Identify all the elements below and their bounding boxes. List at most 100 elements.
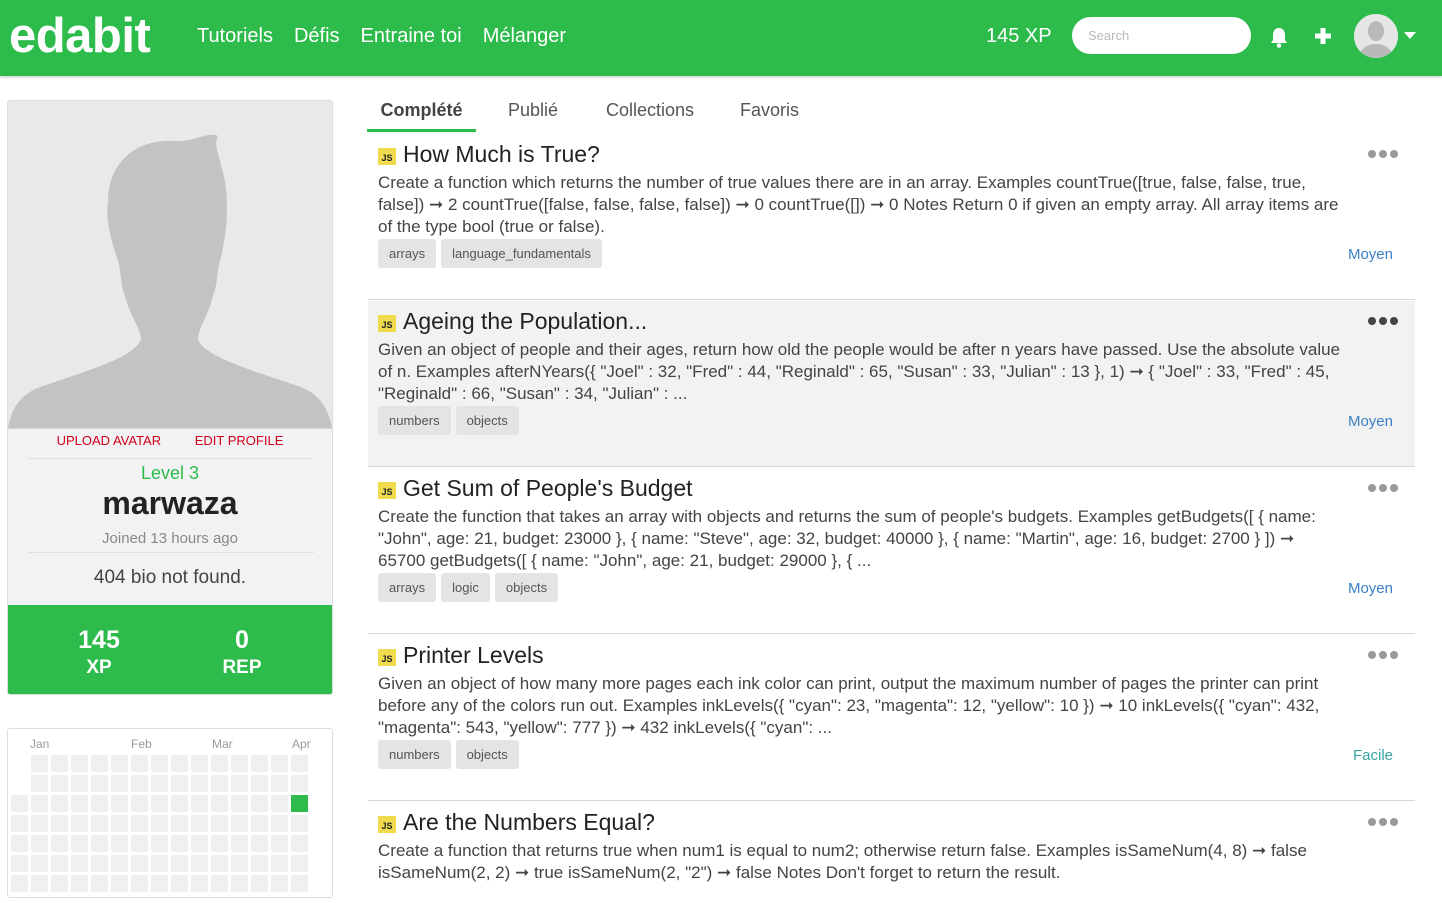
heatmap-cell (291, 855, 308, 872)
chevron-down-icon[interactable] (1404, 32, 1416, 40)
heatmap-cell (271, 875, 288, 892)
heatmap-cell (211, 755, 228, 772)
heatmap-cell (71, 855, 88, 872)
difficulty-label: Moyen (1347, 580, 1393, 597)
challenge-item[interactable]: JS Ageing the Population... Given an obj… (368, 301, 1415, 467)
heatmap-cell (71, 795, 88, 812)
heatmap-cell (131, 835, 148, 852)
heatmap-cell (211, 835, 228, 852)
activity-heatmap: Jan Feb Mar Apr (7, 728, 333, 898)
heatmap-cell (51, 855, 68, 872)
heatmap-cell (71, 755, 88, 772)
tag[interactable]: arrays (378, 573, 437, 602)
challenge-title[interactable]: Get Sum of People's Budget (403, 475, 693, 502)
heatmap-cell (11, 815, 28, 832)
profile-actions: UPLOAD AVATAR EDIT PROFILE (8, 433, 332, 448)
tag[interactable]: language_fundamentals (441, 239, 602, 268)
bell-icon[interactable] (1268, 25, 1290, 49)
nav-tutorials[interactable]: Tutoriels (197, 22, 273, 50)
heatmap-cell (291, 775, 308, 792)
tag[interactable]: objects (455, 740, 519, 769)
tag[interactable]: numbers (378, 740, 451, 769)
challenge-title[interactable]: Ageing the Population... (403, 308, 647, 335)
heatmap-cell (131, 875, 148, 892)
heatmap-cell (71, 775, 88, 792)
heatmap-cell (291, 815, 308, 832)
tag[interactable]: objects (494, 573, 559, 602)
heatmap-cell (111, 815, 128, 832)
avatar-silhouette-icon (1354, 14, 1398, 58)
more-options-icon[interactable] (1367, 650, 1399, 660)
tag[interactable]: objects (455, 406, 519, 435)
heatmap-cell (171, 795, 188, 812)
challenge-title[interactable]: How Much is True? (403, 141, 600, 168)
edabit-logo[interactable]: edabit (9, 6, 151, 66)
nav-shuffle[interactable]: Mélanger (483, 22, 566, 50)
heatmap-cell (151, 795, 168, 812)
top-navbar: edabit Tutoriels Défis Entraine toi Méla… (0, 0, 1442, 76)
heatmap-cell (171, 875, 188, 892)
heatmap-cell (191, 855, 208, 872)
heatmap-cell (91, 775, 108, 792)
heatmap-cell (211, 855, 228, 872)
rep-value: 0 (235, 626, 249, 654)
tab-completed[interactable]: Complété (367, 88, 476, 132)
profile-card: UPLOAD AVATAR EDIT PROFILE Level 3 marwa… (7, 100, 333, 695)
tag[interactable]: arrays (378, 239, 437, 268)
heatmap-cell (11, 855, 28, 872)
heatmap-cell (251, 835, 268, 852)
tab-favorites[interactable]: Favoris (732, 88, 807, 132)
more-options-icon[interactable] (1367, 149, 1399, 159)
search-input[interactable] (1086, 27, 1240, 44)
heatmap-cell (231, 755, 248, 772)
heatmap-cell (231, 815, 248, 832)
heatmap-cell (131, 755, 148, 772)
more-options-icon[interactable] (1367, 483, 1399, 493)
tag-list: numbers objects (378, 406, 519, 435)
challenge-item[interactable]: JS Printer Levels Given an object of how… (368, 635, 1415, 801)
heatmap-cell (91, 755, 108, 772)
difficulty-label: Moyen (1347, 246, 1393, 263)
heatmap-cell (191, 835, 208, 852)
user-level: Level 3 (140, 463, 200, 483)
tab-published[interactable]: Publié (498, 88, 568, 132)
js-language-badge: JS (378, 315, 396, 332)
heatmap-cell (191, 755, 208, 772)
more-options-icon[interactable] (1367, 316, 1399, 326)
heatmap-cell (291, 875, 308, 892)
heatmap-cell (251, 775, 268, 792)
main-nav: Tutoriels Défis Entraine toi Mélanger (197, 22, 566, 50)
upload-avatar-link[interactable]: UPLOAD AVATAR (57, 433, 162, 448)
heatmap-cell (191, 875, 208, 892)
heatmap-cell (131, 815, 148, 832)
challenge-description: Create the function that takes an array … (378, 507, 1316, 570)
challenge-item[interactable]: JS Are the Numbers Equal? Create a funct… (368, 802, 1415, 903)
tag-list: arrays logic objects (378, 573, 559, 602)
challenge-item[interactable]: JS How Much is True? Create a function w… (368, 134, 1415, 300)
more-options-icon[interactable] (1367, 817, 1399, 827)
challenge-title[interactable]: Are the Numbers Equal? (403, 809, 655, 836)
challenge-description: Create a function which returns the numb… (378, 173, 1339, 236)
heatmap-cell (231, 835, 248, 852)
heatmap-cell (51, 775, 68, 792)
edit-profile-link[interactable]: EDIT PROFILE (195, 433, 284, 448)
user-avatar[interactable] (1354, 14, 1398, 58)
challenge-title[interactable]: Printer Levels (403, 642, 544, 669)
nav-practice[interactable]: Entraine toi (361, 22, 462, 50)
nav-challenges[interactable]: Défis (294, 22, 340, 50)
heatmap-cell (151, 875, 168, 892)
tag-list: arrays language_fundamentals (378, 239, 602, 268)
search-box[interactable] (1072, 17, 1251, 54)
tag[interactable]: numbers (378, 406, 451, 435)
plus-icon[interactable] (1312, 24, 1334, 48)
tag[interactable]: logic (441, 573, 490, 602)
heatmap-cell (131, 795, 148, 812)
heatmap-cell (91, 855, 108, 872)
xp-counter: 145 XP (986, 25, 1052, 47)
tab-collections[interactable]: Collections (595, 88, 705, 132)
challenge-item[interactable]: JS Get Sum of People's Budget Create the… (368, 468, 1415, 634)
heatmap-cell (51, 875, 68, 892)
heatmap-cell (291, 835, 308, 852)
heatmap-cell (131, 775, 148, 792)
heatmap-cell (91, 835, 108, 852)
